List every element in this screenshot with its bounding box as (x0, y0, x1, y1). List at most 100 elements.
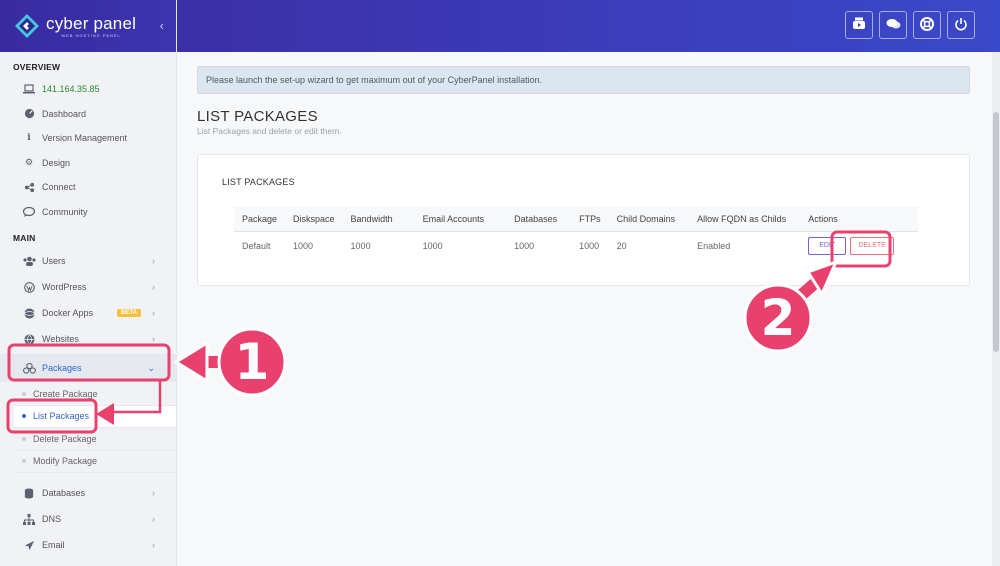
chevron-right-icon: › (152, 488, 155, 498)
setup-wizard-notice[interactable]: Please launch the set-up wizard to get m… (197, 66, 970, 94)
sidebar-item-label: Docker Apps (42, 308, 94, 318)
sidebar-item-label: Dashboard (42, 108, 87, 119)
sidebar: cyber panel WEB HOSTING PANEL ‹ OVERVIEW… (0, 0, 177, 566)
sub-item-list-packages[interactable]: List Packages (14, 405, 176, 428)
support-button[interactable] (913, 11, 941, 39)
cell-diskspace: 1000 (293, 241, 314, 252)
sidebar-item-label: Email (42, 540, 65, 550)
wordpress-icon (22, 281, 36, 293)
chevron-right-icon: › (152, 256, 155, 266)
sidebar-item-databases[interactable]: Databases › (0, 480, 176, 506)
bullet-dot (22, 436, 26, 441)
cell-allow-fqdn: Enabled (697, 241, 731, 252)
sub-item-label: Delete Package (33, 433, 97, 444)
paper-plane-icon (22, 540, 36, 551)
edit-button[interactable]: EDIT (808, 237, 847, 256)
step-2-label: 2 (760, 289, 796, 347)
packages-icon (22, 362, 36, 374)
sidebar-item-label: Design (42, 157, 71, 168)
chevron-down-icon: ⌄ (147, 362, 155, 373)
col-header: Diskspace (285, 207, 343, 232)
cell-actions: EDIT DELETE (800, 231, 918, 261)
sidebar-item-label: Community (42, 206, 88, 217)
cell-child-domains: 20 (616, 241, 627, 252)
server-ip: 141.164.35.85 (42, 84, 100, 95)
globe-icon (22, 333, 36, 345)
chat-button[interactable] (879, 11, 907, 39)
col-header: Package (234, 207, 286, 232)
cell-ftps: 1000 (579, 241, 600, 252)
cyberpanel-logo-icon (14, 13, 40, 39)
step-1-label: 1 (234, 333, 270, 391)
packages-card: LIST PACKAGES Package Diskspace Bandwidt… (197, 154, 970, 286)
chevron-right-icon: › (152, 308, 155, 318)
top-header (177, 0, 1000, 52)
sidebar-item-version-management[interactable]: i Version Management (0, 126, 176, 151)
sub-item-modify-package[interactable]: Modify Package (14, 451, 176, 473)
main-section-title: MAIN (13, 233, 36, 243)
bullet-dot (22, 391, 26, 396)
beta-badge: BETA (117, 309, 141, 317)
table-row: Default 1000 1000 1000 1000 1000 20 Enab… (234, 231, 918, 261)
sidebar-item-ip[interactable]: 141.164.35.85 (0, 77, 176, 102)
sidebar-item-connect[interactable]: Connect (0, 175, 176, 200)
sub-item-label: List Packages (33, 411, 90, 422)
database-icon (22, 487, 36, 499)
sidebar-item-label: Databases (42, 488, 86, 498)
cell-package: Default (242, 241, 271, 252)
sidebar-item-design[interactable]: ⚙ Design (0, 151, 176, 176)
cell-databases: 1000 (514, 241, 535, 252)
cell-email-accounts: 1000 (422, 241, 443, 252)
card-title: LIST PACKAGES (222, 177, 295, 187)
sidebar-item-dns[interactable]: DNS › (0, 506, 176, 532)
sidebar-item-label: Connect (42, 182, 76, 193)
chat-icon (886, 18, 901, 33)
youtube-button[interactable] (845, 11, 873, 39)
chevron-right-icon: › (152, 514, 155, 524)
page-subtitle: List Packages and delete or edit them. (197, 126, 342, 136)
sub-item-create-package[interactable]: Create Package (14, 383, 176, 406)
bullet-dot (22, 459, 26, 464)
sidebar-item-email[interactable]: Email › (0, 532, 176, 558)
sidebar-item-label: WordPress (42, 282, 87, 292)
col-header: Email Accounts (414, 207, 507, 232)
sitemap-icon (22, 513, 36, 525)
scrollbar-thumb[interactable] (993, 112, 999, 352)
sidebar-item-label: Websites (42, 334, 79, 344)
cell-bandwidth: 1000 (350, 241, 371, 252)
col-header: Bandwidth (342, 207, 415, 232)
chevron-right-icon: › (152, 540, 155, 550)
col-header: FTPs (571, 207, 609, 232)
col-header: Allow FQDN as Childs (689, 207, 801, 232)
sidebar-item-packages[interactable]: Packages ⌄ (0, 354, 176, 382)
logout-button[interactable] (947, 11, 975, 39)
lifebuoy-icon (920, 16, 934, 34)
sidebar-item-docker-apps[interactable]: Docker Apps BETA › (0, 300, 176, 326)
sidebar-item-label: Version Management (42, 133, 128, 144)
brand[interactable]: cyber panel WEB HOSTING PANEL ‹ (0, 0, 176, 52)
scrollbar[interactable] (992, 52, 1000, 566)
youtube-icon (852, 17, 866, 34)
sidebar-item-community[interactable]: Community (0, 200, 176, 225)
sidebar-item-dashboard[interactable]: Dashboard (0, 102, 176, 127)
sidebar-item-users[interactable]: Users › (0, 248, 176, 274)
overview-section-title: OVERVIEW (13, 62, 61, 72)
col-header: Child Domains (608, 207, 690, 232)
sidebar-item-label: Users (42, 256, 66, 266)
chevron-right-icon: › (152, 334, 155, 344)
sidebar-item-websites[interactable]: Websites › (0, 326, 176, 352)
chevron-left-icon[interactable]: ‹ (160, 18, 164, 33)
sub-item-label: Create Package (33, 388, 98, 399)
users-icon (22, 256, 36, 266)
docker-icon (22, 307, 36, 319)
sidebar-item-wordpress[interactable]: WordPress › (0, 274, 176, 300)
col-header: Databases (506, 207, 572, 232)
sub-item-label: Modify Package (33, 456, 98, 467)
packages-table: Package Diskspace Bandwidth Email Accoun… (234, 207, 919, 261)
col-header: Actions (800, 207, 919, 232)
power-icon (954, 17, 968, 34)
bullet-dot (22, 414, 26, 419)
delete-button[interactable]: DELETE (850, 237, 895, 256)
sidebar-item-label: DNS (42, 514, 62, 524)
sub-item-delete-package[interactable]: Delete Package (14, 428, 176, 451)
